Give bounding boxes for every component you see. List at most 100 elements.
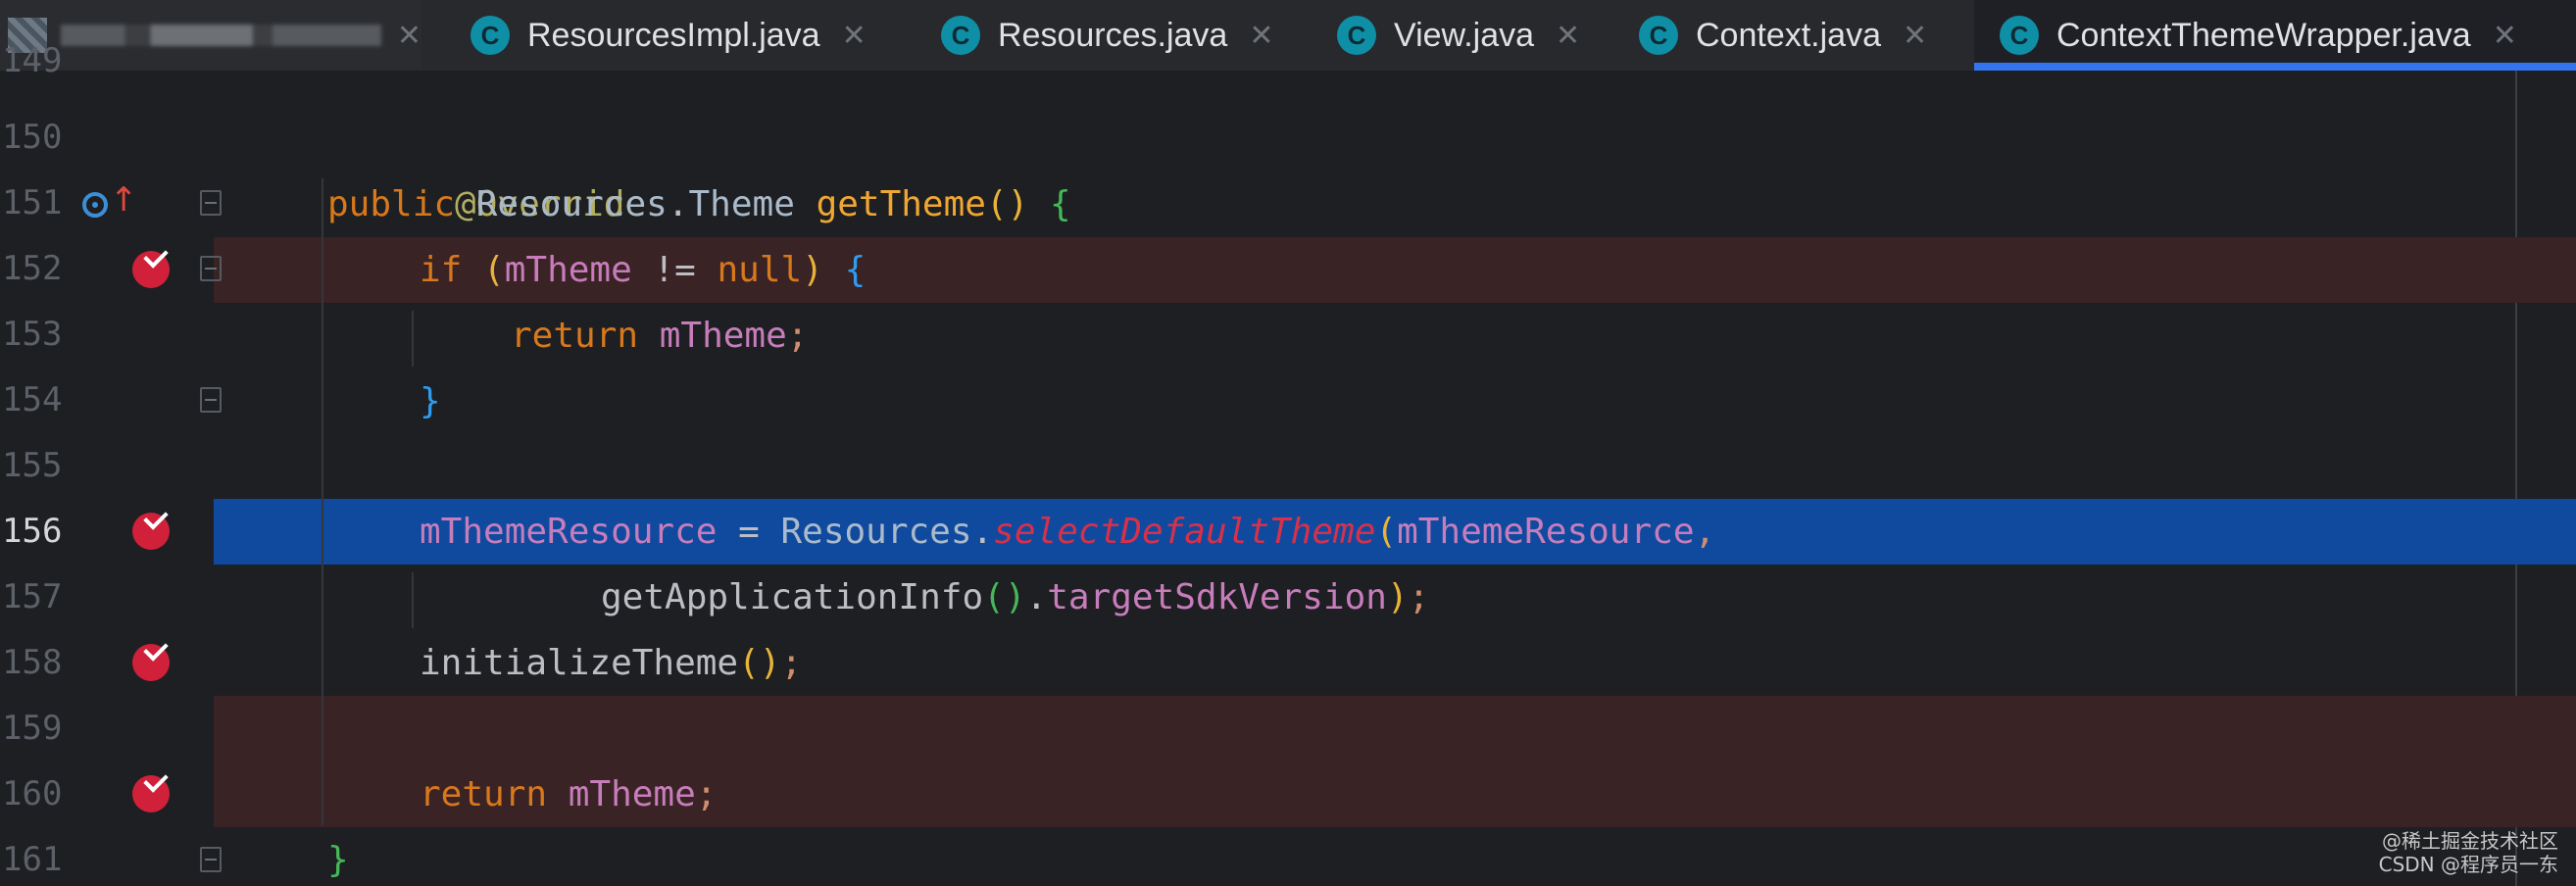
type-name: Resources bbox=[475, 184, 668, 224]
line-number: 155 bbox=[2, 446, 63, 485]
tab-label: ContextThemeWrapper.java bbox=[2056, 16, 2471, 54]
operator: != bbox=[631, 250, 718, 290]
code-line-153: return mTheme; bbox=[511, 303, 808, 369]
check-icon bbox=[143, 636, 169, 662]
static-method-call: selectDefaultTheme bbox=[993, 512, 1376, 552]
code-line-150: @Override bbox=[327, 106, 646, 224]
tab-context[interactable]: C Context.java ✕ bbox=[1639, 0, 1927, 71]
breakpoint-icon[interactable] bbox=[132, 636, 170, 681]
tab-label: View.java bbox=[1394, 16, 1535, 54]
tab-view[interactable]: C View.java ✕ bbox=[1337, 0, 1580, 71]
keyword: public bbox=[327, 184, 456, 224]
watermark-line: @稀土掘金技术社区 bbox=[2382, 829, 2558, 853]
watermark-line: CSDN @程序员一东 bbox=[2378, 853, 2558, 876]
active-tab-indicator bbox=[1974, 63, 2576, 71]
line-number: 152 bbox=[2, 249, 63, 288]
dot: . bbox=[971, 512, 994, 552]
line-number: 153 bbox=[2, 315, 63, 354]
keyword: return bbox=[420, 774, 548, 814]
class-icon: C bbox=[471, 16, 510, 55]
tab-label: ResourcesImpl.java bbox=[527, 16, 820, 54]
keyword: if bbox=[420, 250, 463, 290]
arrow-up-icon[interactable]: ↑ bbox=[110, 180, 138, 220]
breakpoint-icon[interactable] bbox=[132, 505, 170, 550]
field: targetSdkVersion bbox=[1047, 577, 1387, 617]
tab-label: Context.java bbox=[1696, 16, 1881, 54]
method-call: initializeTheme bbox=[420, 643, 739, 683]
fold-icon[interactable] bbox=[200, 387, 222, 413]
tab-contextthemewrapper[interactable]: C ContextThemeWrapper.java ✕ bbox=[1974, 0, 2576, 71]
close-icon[interactable]: ✕ bbox=[1556, 19, 1580, 53]
tab-resourcesimpl[interactable]: C ResourcesImpl.java ✕ bbox=[471, 0, 867, 71]
parens: () bbox=[738, 643, 781, 683]
brace: } bbox=[327, 840, 349, 880]
code-editor[interactable]: 149 150 151 152 153 154 155 156 157 158 … bbox=[0, 41, 2576, 886]
indent-guide bbox=[322, 178, 323, 825]
check-icon bbox=[143, 767, 169, 793]
editor-tab-bar: ✕ C ResourcesImpl.java ✕ C Resources.jav… bbox=[0, 0, 2576, 71]
breakpoint-line-highlight bbox=[214, 696, 2576, 762]
breakpoint-icon[interactable] bbox=[132, 243, 170, 288]
code-line-161: } bbox=[327, 827, 349, 886]
brace: } bbox=[420, 381, 441, 421]
parens: () bbox=[985, 184, 1029, 224]
keyword: null bbox=[717, 250, 803, 290]
keyword: return bbox=[511, 316, 639, 356]
code-line-151: public Resources.Theme getTheme() { bbox=[327, 172, 1071, 237]
ide-window: ✕ C ResourcesImpl.java ✕ C Resources.jav… bbox=[0, 0, 2576, 886]
semicolon: ; bbox=[1408, 577, 1430, 617]
parens: () bbox=[983, 577, 1026, 617]
dot: . bbox=[667, 184, 689, 224]
tab-resources[interactable]: C Resources.java ✕ bbox=[941, 0, 1273, 71]
semicolon: ; bbox=[780, 643, 803, 683]
type-name: Resources bbox=[780, 512, 972, 552]
blurred-tab-label bbox=[60, 25, 381, 46]
line-number: 157 bbox=[2, 577, 63, 616]
code-line-157: getApplicationInfo().targetSdkVersion); bbox=[601, 565, 1429, 630]
code-line-160: return mTheme; bbox=[420, 762, 717, 827]
paren: ( bbox=[483, 250, 505, 290]
close-icon[interactable]: ✕ bbox=[842, 19, 867, 53]
class-icon: C bbox=[1639, 16, 1678, 55]
class-icon: C bbox=[941, 16, 980, 55]
operator: = bbox=[717, 512, 781, 552]
dot: . bbox=[1025, 577, 1048, 617]
type-name: Theme bbox=[688, 184, 795, 224]
close-icon[interactable]: ✕ bbox=[1249, 19, 1273, 53]
tab-label: Resources.java bbox=[998, 16, 1228, 54]
close-icon[interactable]: ✕ bbox=[1903, 19, 1927, 53]
fold-icon[interactable] bbox=[200, 190, 222, 216]
line-number: 161 bbox=[2, 840, 63, 879]
line-number: 159 bbox=[2, 709, 63, 748]
check-icon bbox=[143, 505, 169, 530]
line-number: 150 bbox=[2, 118, 63, 157]
override-method-icon[interactable] bbox=[82, 192, 108, 218]
code-line-152: if (mTheme != null) { bbox=[420, 237, 866, 303]
class-icon: C bbox=[2000, 16, 2039, 55]
line-number: 158 bbox=[2, 643, 63, 682]
fold-icon[interactable] bbox=[200, 256, 222, 281]
breakpoint-icon[interactable] bbox=[132, 767, 170, 812]
class-icon: C bbox=[1337, 16, 1376, 55]
close-icon[interactable]: ✕ bbox=[2493, 19, 2517, 53]
line-number: 160 bbox=[2, 774, 63, 813]
paren: ) bbox=[1386, 577, 1409, 617]
fold-icon[interactable] bbox=[200, 847, 222, 872]
method-name: getTheme bbox=[816, 184, 986, 224]
field: mTheme bbox=[568, 774, 696, 814]
code-line-156: mThemeResource = Resources.selectDefault… bbox=[420, 499, 1715, 565]
watermark: @稀土掘金技术社区 CSDN @程序员一东 bbox=[2379, 829, 2558, 876]
code-line-158: initializeTheme(); bbox=[420, 630, 802, 696]
brace: { bbox=[1050, 184, 1071, 224]
line-number: 149 bbox=[2, 41, 63, 80]
line-number-current: 156 bbox=[2, 512, 63, 551]
argument: mThemeResource bbox=[1397, 512, 1695, 552]
brace: { bbox=[844, 250, 867, 290]
indent-guide bbox=[412, 311, 414, 367]
field: mThemeResource bbox=[420, 512, 718, 552]
method-call: getApplicationInfo bbox=[601, 577, 984, 617]
semicolon: ; bbox=[786, 316, 809, 356]
comma: , bbox=[1694, 512, 1716, 552]
close-icon[interactable]: ✕ bbox=[397, 19, 421, 53]
line-number: 154 bbox=[2, 380, 63, 419]
